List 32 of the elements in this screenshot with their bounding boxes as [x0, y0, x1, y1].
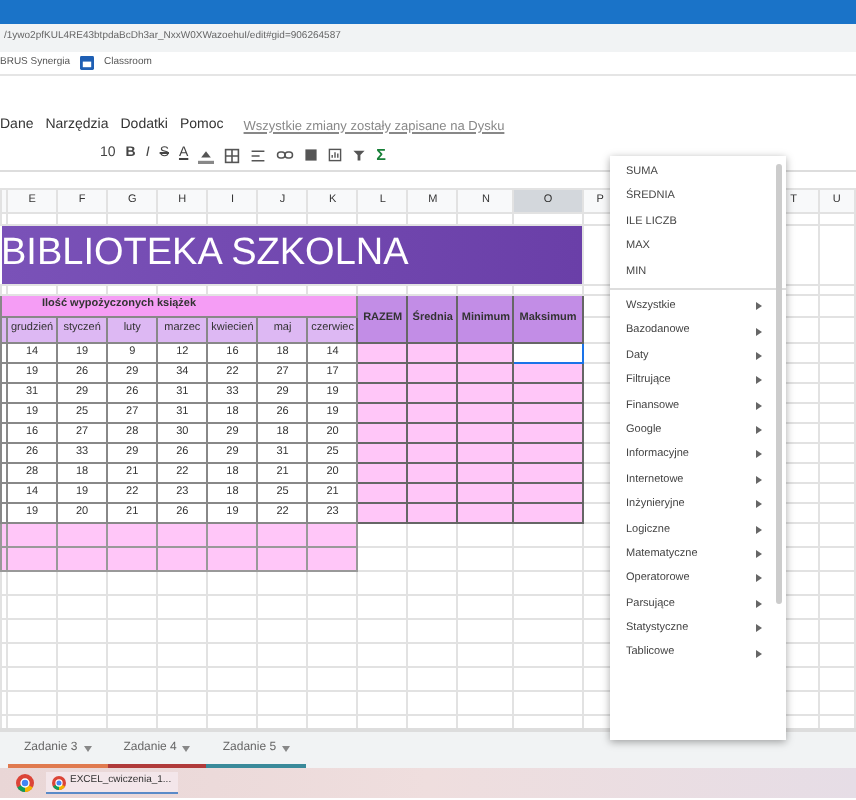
submenu-arrow-icon [756, 376, 762, 385]
submenu-arrow-icon [756, 599, 762, 608]
caret-icon [282, 745, 291, 751]
scrollbar[interactable] [776, 164, 782, 604]
submenu-arrow-icon [756, 500, 762, 509]
submenu-arrow-icon [756, 475, 762, 484]
browser-icon [52, 775, 66, 789]
bookmark-icon [80, 56, 95, 70]
link-icon[interactable] [276, 148, 295, 162]
submenu-arrow-icon [756, 450, 762, 459]
submenu-arrow-icon [756, 550, 762, 559]
submenu-arrow-icon [756, 327, 762, 336]
caret-icon [83, 745, 92, 751]
submenu-arrow-icon [756, 624, 762, 633]
submenu-arrow-icon [756, 574, 762, 583]
submenu-arrow-icon [756, 426, 762, 435]
submenu-arrow-icon [756, 351, 762, 360]
submenu-arrow-icon [756, 649, 762, 658]
functions-button[interactable]: Σ [376, 143, 386, 167]
submenu-arrow-icon [756, 401, 762, 410]
comment-icon[interactable] [304, 148, 319, 162]
sheet-title: BIBLIOTEKA SZKOLNA [1, 225, 583, 284]
caret-icon [182, 745, 191, 751]
chart-icon[interactable] [328, 148, 343, 162]
align-icon[interactable] [250, 147, 267, 163]
fill-color-icon[interactable] [198, 147, 215, 163]
borders-icon[interactable] [224, 147, 241, 163]
submenu-arrow-icon [756, 302, 762, 311]
header-cell [1, 316, 7, 342]
filter-icon[interactable] [352, 148, 367, 162]
browser-icon[interactable] [16, 774, 34, 792]
submenu-arrow-icon [756, 525, 762, 534]
